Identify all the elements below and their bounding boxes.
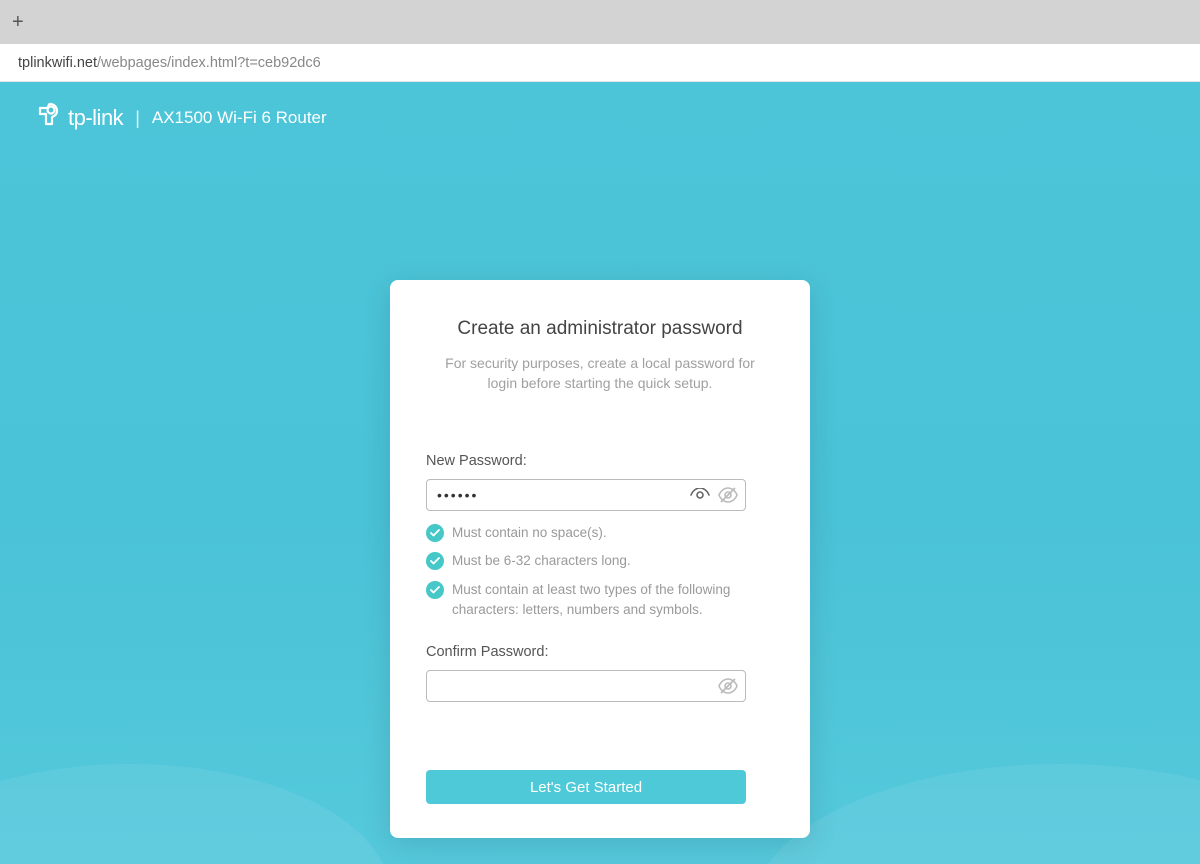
setup-card: Create an administrator password For sec…	[390, 280, 810, 838]
tp-link-logo-icon	[32, 100, 62, 136]
page-body: tp-link | AX1500 Wi-Fi 6 Router Create a…	[0, 82, 1200, 864]
rule-text: Must be 6-32 characters long.	[452, 551, 631, 571]
rule-text: Must contain at least two types of the f…	[452, 580, 746, 621]
confirm-password-input-wrap	[426, 670, 746, 702]
password-rules: Must contain no space(s). Must be 6-32 c…	[426, 523, 746, 620]
rule-text: Must contain no space(s).	[452, 523, 607, 543]
logo: tp-link	[32, 100, 123, 136]
url-host: tplinkwifi.net	[18, 55, 97, 71]
browser-chrome: + tplinkwifi.net/webpages/index.html?t=c…	[0, 0, 1200, 82]
lets-get-started-button[interactable]: Let's Get Started	[426, 770, 746, 804]
new-password-icons	[690, 487, 738, 503]
rule-item: Must contain no space(s).	[426, 523, 746, 543]
check-icon	[426, 552, 444, 570]
new-password-input-wrap	[426, 479, 746, 511]
address-bar[interactable]: tplinkwifi.net/webpages/index.html?t=ceb…	[0, 44, 1200, 82]
header-brand: tp-link | AX1500 Wi-Fi 6 Router	[32, 100, 327, 136]
new-password-label: New Password:	[426, 453, 774, 469]
url-path: /webpages/index.html?t=ceb92dc6	[97, 55, 321, 71]
hide-password-icon[interactable]	[718, 487, 738, 503]
confirm-password-group: Confirm Password:	[426, 644, 774, 702]
confirm-password-icons	[718, 678, 738, 694]
product-name: AX1500 Wi-Fi 6 Router	[152, 108, 327, 128]
brand-text: tp-link	[68, 105, 123, 131]
card-title: Create an administrator password	[426, 318, 774, 340]
show-password-icon[interactable]	[690, 488, 710, 502]
new-tab-icon[interactable]: +	[12, 11, 24, 34]
brand-divider: |	[135, 108, 140, 129]
rule-item: Must contain at least two types of the f…	[426, 580, 746, 621]
card-subtitle: For security purposes, create a local pa…	[426, 354, 774, 393]
rule-item: Must be 6-32 characters long.	[426, 551, 746, 571]
tab-bar: +	[0, 0, 1200, 44]
check-icon	[426, 581, 444, 599]
hide-password-icon[interactable]	[718, 678, 738, 694]
confirm-password-input[interactable]	[426, 670, 746, 702]
new-password-group: New Password:	[426, 453, 774, 620]
check-icon	[426, 524, 444, 542]
confirm-password-label: Confirm Password:	[426, 644, 774, 660]
